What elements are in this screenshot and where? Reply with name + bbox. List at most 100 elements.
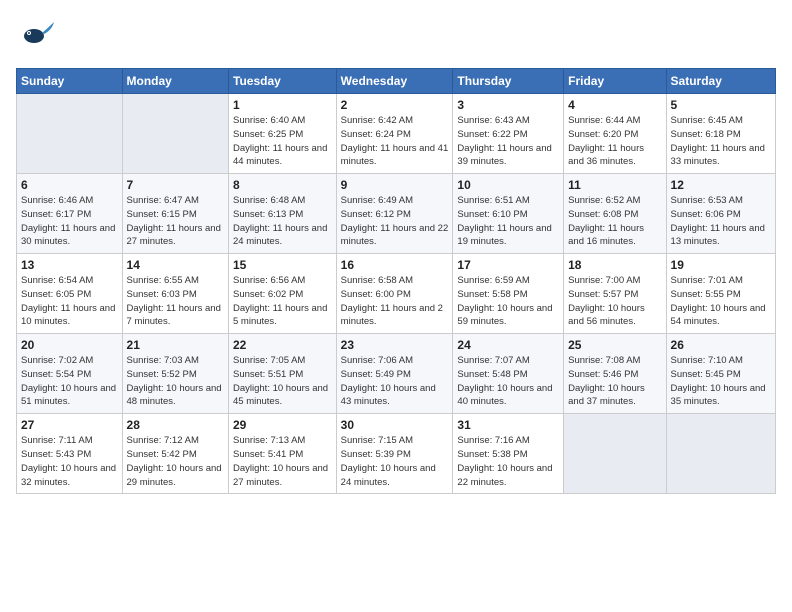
day-number: 2: [341, 98, 449, 112]
calendar-cell: [666, 414, 775, 494]
calendar-cell: 29Sunrise: 7:13 AM Sunset: 5:41 PM Dayli…: [229, 414, 337, 494]
calendar-cell: 10 Sunrise: 6:51 AM Sunset: 6:10 PM Dayli…: [453, 174, 564, 254]
day-number: 16: [341, 258, 449, 272]
day-number: 24: [457, 338, 559, 352]
day-number: 27: [21, 418, 118, 432]
calendar-cell: 13 Sunrise: 6:54 AM Sunset: 6:05 PM Dayli…: [17, 254, 123, 334]
day-number: 9: [341, 178, 449, 192]
day-info: Sunrise: 6:46 AM Sunset: 6:17 PM Dayligh…: [21, 194, 118, 249]
day-number: 1: [233, 98, 332, 112]
day-number: 12: [671, 178, 771, 192]
day-number: 23: [341, 338, 449, 352]
calendar-cell: 22 Sunrise: 7:05 AM Sunset: 5:51 PM Dayli…: [229, 334, 337, 414]
calendar-cell: 19 Sunrise: 7:01 AM Sunset: 5:55 PM Dayli…: [666, 254, 775, 334]
calendar-cell: 17 Sunrise: 6:59 AM Sunset: 5:58 PM Dayli…: [453, 254, 564, 334]
day-info: Sunrise: 6:59 AM Sunset: 5:58 PM Dayligh…: [457, 274, 559, 329]
day-number: 19: [671, 258, 771, 272]
calendar-cell: 12 Sunrise: 6:53 AM Sunset: 6:06 PM Dayli…: [666, 174, 775, 254]
logo: [16, 16, 60, 56]
day-number: 13: [21, 258, 118, 272]
day-number: 17: [457, 258, 559, 272]
calendar-cell: [122, 94, 228, 174]
day-info: Sunrise: 6:48 AM Sunset: 6:13 PM Dayligh…: [233, 194, 332, 249]
calendar-cell: 5 Sunrise: 6:45 AM Sunset: 6:18 PM Daylig…: [666, 94, 775, 174]
day-number: 25: [568, 338, 661, 352]
calendar-cell: 30Sunrise: 7:15 AM Sunset: 5:39 PM Dayli…: [336, 414, 453, 494]
day-info: Sunrise: 6:49 AM Sunset: 6:12 PM Dayligh…: [341, 194, 449, 249]
calendar-cell: [564, 414, 666, 494]
calendar-cell: 2 Sunrise: 6:42 AM Sunset: 6:24 PM Daylig…: [336, 94, 453, 174]
day-header-sunday: Sunday: [17, 69, 123, 94]
day-info: Sunrise: 6:55 AM Sunset: 6:03 PM Dayligh…: [127, 274, 224, 329]
day-info: Sunrise: 7:00 AM Sunset: 5:57 PM Dayligh…: [568, 274, 661, 329]
calendar-cell: 1 Sunrise: 6:40 AM Sunset: 6:25 PM Daylig…: [229, 94, 337, 174]
calendar-cell: [17, 94, 123, 174]
day-number: 22: [233, 338, 332, 352]
day-number: 10: [457, 178, 559, 192]
day-header-friday: Friday: [564, 69, 666, 94]
day-info: Sunrise: 6:56 AM Sunset: 6:02 PM Dayligh…: [233, 274, 332, 329]
day-info: Sunrise: 6:47 AM Sunset: 6:15 PM Dayligh…: [127, 194, 224, 249]
day-number: 6: [21, 178, 118, 192]
day-number: 14: [127, 258, 224, 272]
calendar-cell: 20 Sunrise: 7:02 AM Sunset: 5:54 PM Dayli…: [17, 334, 123, 414]
calendar-cell: 16 Sunrise: 6:58 AM Sunset: 6:00 PM Dayli…: [336, 254, 453, 334]
calendar-cell: 3Sunrise: 6:43 AM Sunset: 6:22 PM Daylig…: [453, 94, 564, 174]
day-info: Sunrise: 7:01 AM Sunset: 5:55 PM Dayligh…: [671, 274, 771, 329]
day-info: Sunrise: 7:10 AM Sunset: 5:45 PM Dayligh…: [671, 354, 771, 409]
calendar-cell: 7Sunrise: 6:47 AM Sunset: 6:15 PM Daylig…: [122, 174, 228, 254]
day-header-thursday: Thursday: [453, 69, 564, 94]
day-number: 29: [233, 418, 332, 432]
calendar-cell: 25 Sunrise: 7:08 AM Sunset: 5:46 PM Dayli…: [564, 334, 666, 414]
calendar-cell: 8 Sunrise: 6:48 AM Sunset: 6:13 PM Daylig…: [229, 174, 337, 254]
day-number: 11: [568, 178, 661, 192]
day-info: Sunrise: 7:08 AM Sunset: 5:46 PM Dayligh…: [568, 354, 661, 409]
day-number: 20: [21, 338, 118, 352]
day-info: Sunrise: 6:58 AM Sunset: 6:00 PM Dayligh…: [341, 274, 449, 329]
calendar-cell: 18 Sunrise: 7:00 AM Sunset: 5:57 PM Dayli…: [564, 254, 666, 334]
day-info: Sunrise: 6:54 AM Sunset: 6:05 PM Dayligh…: [21, 274, 118, 329]
calendar-cell: 9 Sunrise: 6:49 AM Sunset: 6:12 PM Daylig…: [336, 174, 453, 254]
day-info: Sunrise: 7:05 AM Sunset: 5:51 PM Dayligh…: [233, 354, 332, 409]
day-info: Sunrise: 7:11 AM Sunset: 5:43 PM Dayligh…: [21, 434, 118, 489]
day-number: 28: [127, 418, 224, 432]
day-info: Sunrise: 6:53 AM Sunset: 6:06 PM Dayligh…: [671, 194, 771, 249]
day-info: Sunrise: 6:52 AM Sunset: 6:08 PM Dayligh…: [568, 194, 661, 249]
day-info: Sunrise: 7:03 AM Sunset: 5:52 PM Dayligh…: [127, 354, 224, 409]
calendar-cell: 21Sunrise: 7:03 AM Sunset: 5:52 PM Dayli…: [122, 334, 228, 414]
calendar-cell: 31 Sunrise: 7:16 AM Sunset: 5:38 PM Dayli…: [453, 414, 564, 494]
day-number: 18: [568, 258, 661, 272]
day-info: Sunrise: 7:02 AM Sunset: 5:54 PM Dayligh…: [21, 354, 118, 409]
day-number: 15: [233, 258, 332, 272]
calendar-cell: 15 Sunrise: 6:56 AM Sunset: 6:02 PM Dayli…: [229, 254, 337, 334]
calendar-cell: 14 Sunrise: 6:55 AM Sunset: 6:03 PM Dayli…: [122, 254, 228, 334]
day-info: Sunrise: 6:40 AM Sunset: 6:25 PM Dayligh…: [233, 114, 332, 169]
day-header-saturday: Saturday: [666, 69, 775, 94]
day-header-tuesday: Tuesday: [229, 69, 337, 94]
day-number: 31: [457, 418, 559, 432]
day-info: Sunrise: 7:15 AM Sunset: 5:39 PM Dayligh…: [341, 434, 449, 489]
day-number: 8: [233, 178, 332, 192]
calendar-table: SundayMondayTuesdayWednesdayThursdayFrid…: [16, 68, 776, 494]
day-info: Sunrise: 7:16 AM Sunset: 5:38 PM Dayligh…: [457, 434, 559, 489]
calendar-cell: 23 Sunrise: 7:06 AM Sunset: 5:49 PM Dayli…: [336, 334, 453, 414]
calendar-cell: 11 Sunrise: 6:52 AM Sunset: 6:08 PM Dayli…: [564, 174, 666, 254]
day-info: Sunrise: 6:51 AM Sunset: 6:10 PM Dayligh…: [457, 194, 559, 249]
day-header-wednesday: Wednesday: [336, 69, 453, 94]
day-info: Sunrise: 6:44 AM Sunset: 6:20 PM Dayligh…: [568, 114, 661, 169]
calendar-cell: 6 Sunrise: 6:46 AM Sunset: 6:17 PM Daylig…: [17, 174, 123, 254]
calendar-cell: 27 Sunrise: 7:11 AM Sunset: 5:43 PM Dayli…: [17, 414, 123, 494]
calendar-cell: 24 Sunrise: 7:07 AM Sunset: 5:48 PM Dayli…: [453, 334, 564, 414]
calendar-cell: 4Sunrise: 6:44 AM Sunset: 6:20 PM Daylig…: [564, 94, 666, 174]
day-number: 3: [457, 98, 559, 112]
day-number: 26: [671, 338, 771, 352]
day-info: Sunrise: 6:45 AM Sunset: 6:18 PM Dayligh…: [671, 114, 771, 169]
day-info: Sunrise: 7:07 AM Sunset: 5:48 PM Dayligh…: [457, 354, 559, 409]
page-header: [16, 16, 776, 56]
day-number: 5: [671, 98, 771, 112]
day-info: Sunrise: 6:42 AM Sunset: 6:24 PM Dayligh…: [341, 114, 449, 169]
calendar-cell: 26 Sunrise: 7:10 AM Sunset: 5:45 PM Dayli…: [666, 334, 775, 414]
day-info: Sunrise: 7:06 AM Sunset: 5:49 PM Dayligh…: [341, 354, 449, 409]
calendar-cell: 28Sunrise: 7:12 AM Sunset: 5:42 PM Dayli…: [122, 414, 228, 494]
logo-icon: [16, 16, 56, 56]
